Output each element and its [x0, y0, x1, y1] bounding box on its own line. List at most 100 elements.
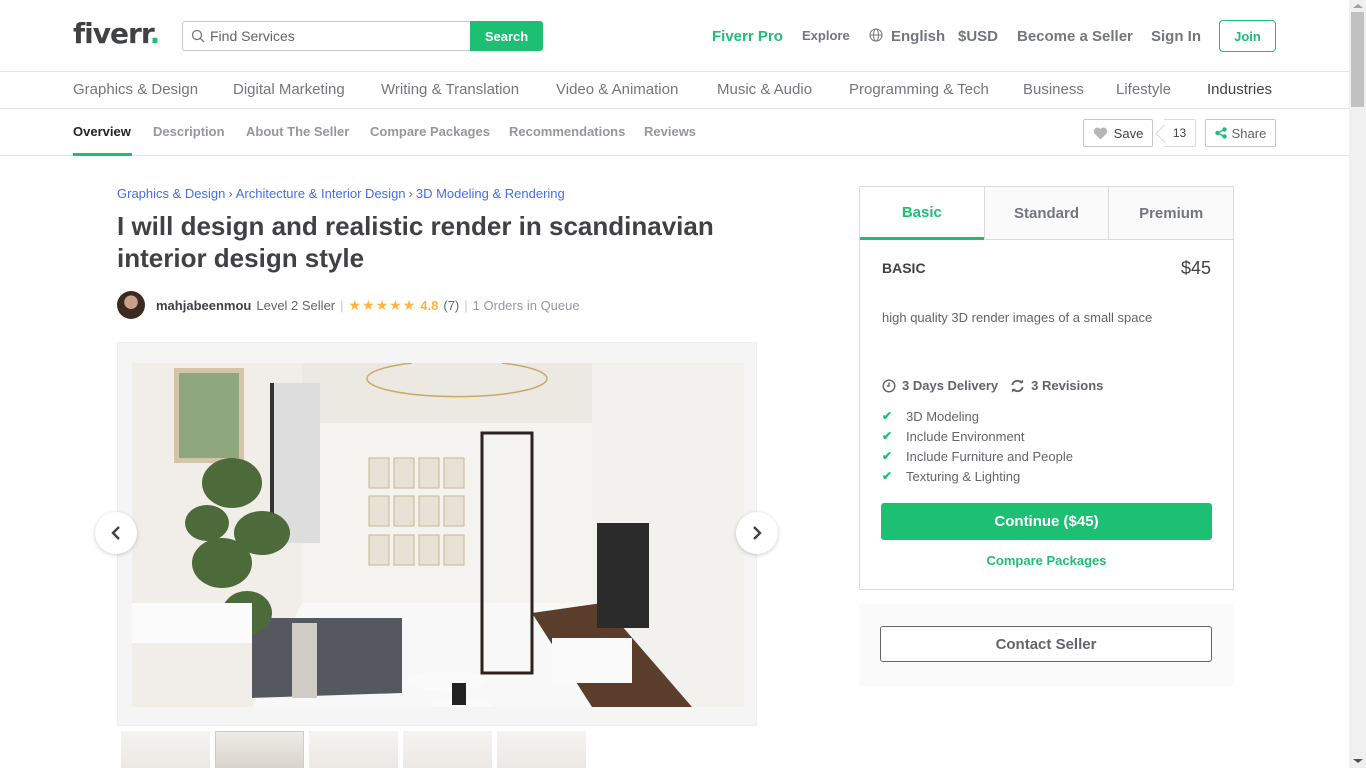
seller-overview: mahjabeenmou Level 2 Seller | ★★★★★ 4.8 … [117, 291, 580, 319]
gig-subnav: Overview Description About The Seller Co… [0, 109, 1349, 156]
feature-label: 3D Modeling [906, 408, 979, 424]
tab-overview[interactable]: Overview [73, 124, 131, 139]
feature-item: ✔ Texturing & Lighting [882, 466, 1073, 486]
sign-in-link[interactable]: Sign In [1151, 28, 1201, 45]
category-video-animation[interactable]: Video & Animation [556, 81, 678, 98]
package-tab-standard[interactable]: Standard [983, 187, 1109, 239]
search-placeholder: Find Services [210, 28, 295, 44]
gallery-next-button[interactable] [736, 512, 778, 554]
gallery-thumbnail[interactable] [497, 731, 586, 768]
checkmark-icon: ✔ [882, 469, 893, 483]
gig-main-image[interactable] [132, 363, 744, 707]
scroll-down-arrow-icon[interactable] [1353, 759, 1363, 763]
gig-title: I will design and realistic render in sc… [117, 211, 714, 273]
breadcrumb-3d-modeling[interactable]: 3D Modeling & Rendering [416, 186, 565, 201]
chevron-right-icon [753, 526, 762, 540]
seller-level: Level 2 Seller [256, 297, 336, 313]
rating-count[interactable]: (7) [443, 298, 459, 313]
currency-link[interactable]: $USD [958, 28, 998, 45]
package-name: BASIC [882, 260, 926, 276]
gallery-thumbnail[interactable] [121, 731, 210, 768]
breadcrumb-graphics-design[interactable]: Graphics & Design [117, 186, 225, 201]
feature-item: ✔ Include Furniture and People [882, 446, 1073, 466]
fiverr-pro-link[interactable]: Fiverr Pro [712, 28, 783, 45]
search-icon [191, 29, 205, 43]
orders-in-queue: 1 Orders in Queue [472, 297, 580, 313]
package-tabs: Basic Standard Premium [860, 187, 1234, 240]
search-button[interactable]: Search [470, 21, 543, 51]
seller-name[interactable]: mahjabeenmou [156, 298, 251, 313]
breadcrumb: Graphics & Design › Architecture & Interio… [117, 186, 565, 201]
gig-page: fiverr. Find Services Search Fiverr Pro … [0, 0, 1349, 768]
divider: | [464, 297, 468, 313]
save-count-value: 13 [1172, 126, 1187, 140]
package-features: ✔ 3D Modeling ✔ Include Environment ✔ Inclu… [882, 406, 1073, 486]
gallery-thumbnail-selected[interactable] [215, 731, 304, 768]
heart-icon [1093, 127, 1107, 140]
explore-link[interactable]: Explore [802, 28, 850, 43]
package-tab-premium[interactable]: Premium [1108, 187, 1234, 239]
checkmark-icon: ✔ [882, 429, 893, 443]
become-seller-link[interactable]: Become a Seller [1017, 28, 1133, 45]
vertical-scrollbar[interactable] [1349, 0, 1366, 768]
logo-text: fiverr [73, 17, 151, 50]
breadcrumb-separator: › [228, 186, 233, 201]
share-button[interactable]: Share [1205, 119, 1276, 147]
feature-item: ✔ Include Environment [882, 426, 1073, 446]
category-industries[interactable]: Industries [1207, 81, 1272, 98]
globe-icon[interactable] [869, 28, 883, 46]
checkmark-icon: ✔ [882, 409, 893, 423]
package-price: $45 [1180, 258, 1211, 278]
gallery-thumbnails [121, 731, 586, 768]
search-bar: Find Services Search [182, 21, 543, 51]
share-icon [1214, 127, 1227, 139]
package-card: Basic Standard Premium BASIC $45 high qu… [859, 186, 1234, 590]
logo-dot: . [149, 17, 161, 50]
language-link[interactable]: English [891, 28, 945, 45]
category-writing-translation[interactable]: Writing & Translation [381, 81, 519, 98]
join-button[interactable]: Join [1219, 20, 1276, 52]
revisions-count: 3 Revisions [1031, 378, 1104, 393]
scrollbar-thumb[interactable] [1351, 12, 1364, 107]
package-description: high quality 3D render images of a small… [882, 310, 1153, 325]
category-business[interactable]: Business [1023, 81, 1084, 98]
feature-item: ✔ 3D Modeling [882, 406, 1073, 426]
rating-score: 4.8 [420, 297, 439, 313]
divider: | [340, 297, 344, 313]
tab-about-seller[interactable]: About The Seller [246, 124, 349, 139]
category-digital-marketing[interactable]: Digital Marketing [233, 81, 345, 98]
tab-description[interactable]: Description [153, 124, 225, 139]
category-lifestyle[interactable]: Lifestyle [1116, 81, 1171, 98]
gallery-prev-button[interactable] [95, 512, 137, 554]
tab-reviews[interactable]: Reviews [644, 124, 696, 139]
refresh-icon [1011, 378, 1024, 393]
compare-packages-link[interactable]: Compare Packages [860, 553, 1233, 568]
save-button[interactable]: Save [1083, 119, 1153, 147]
category-graphics-design[interactable]: Graphics & Design [73, 81, 198, 98]
breadcrumb-separator: › [408, 186, 413, 201]
save-count: 13 [1164, 119, 1196, 147]
tab-compare-packages[interactable]: Compare Packages [370, 124, 490, 139]
category-music-audio[interactable]: Music & Audio [717, 81, 812, 98]
category-nav: Graphics & Design Digital Marketing Writ… [0, 72, 1349, 109]
seller-avatar[interactable] [117, 291, 145, 319]
checkmark-icon: ✔ [882, 449, 893, 463]
feature-label: Texturing & Lighting [906, 468, 1021, 484]
tab-recommendations[interactable]: Recommendations [509, 124, 625, 139]
category-programming-tech[interactable]: Programming & Tech [849, 81, 989, 98]
scroll-up-arrow-icon[interactable] [1353, 4, 1363, 8]
package-meta: 3 Days Delivery 3 Revisions [882, 378, 1103, 393]
gallery-thumbnail[interactable] [309, 731, 398, 768]
package-tab-basic[interactable]: Basic [860, 187, 984, 240]
search-input[interactable]: Find Services [182, 21, 470, 51]
top-header: fiverr. Find Services Search Fiverr Pro … [0, 0, 1349, 72]
fiverr-logo[interactable]: fiverr. [73, 17, 161, 50]
breadcrumb-architecture[interactable]: Architecture & Interior Design [236, 186, 406, 201]
gallery-thumbnail[interactable] [403, 731, 492, 768]
active-tab-indicator [73, 153, 132, 156]
continue-button[interactable]: Continue ($45) [881, 503, 1212, 540]
feature-label: Include Furniture and People [906, 448, 1073, 464]
share-label: Share [1231, 125, 1267, 141]
clock-icon [882, 378, 896, 393]
contact-seller-button[interactable]: Contact Seller [880, 626, 1212, 662]
